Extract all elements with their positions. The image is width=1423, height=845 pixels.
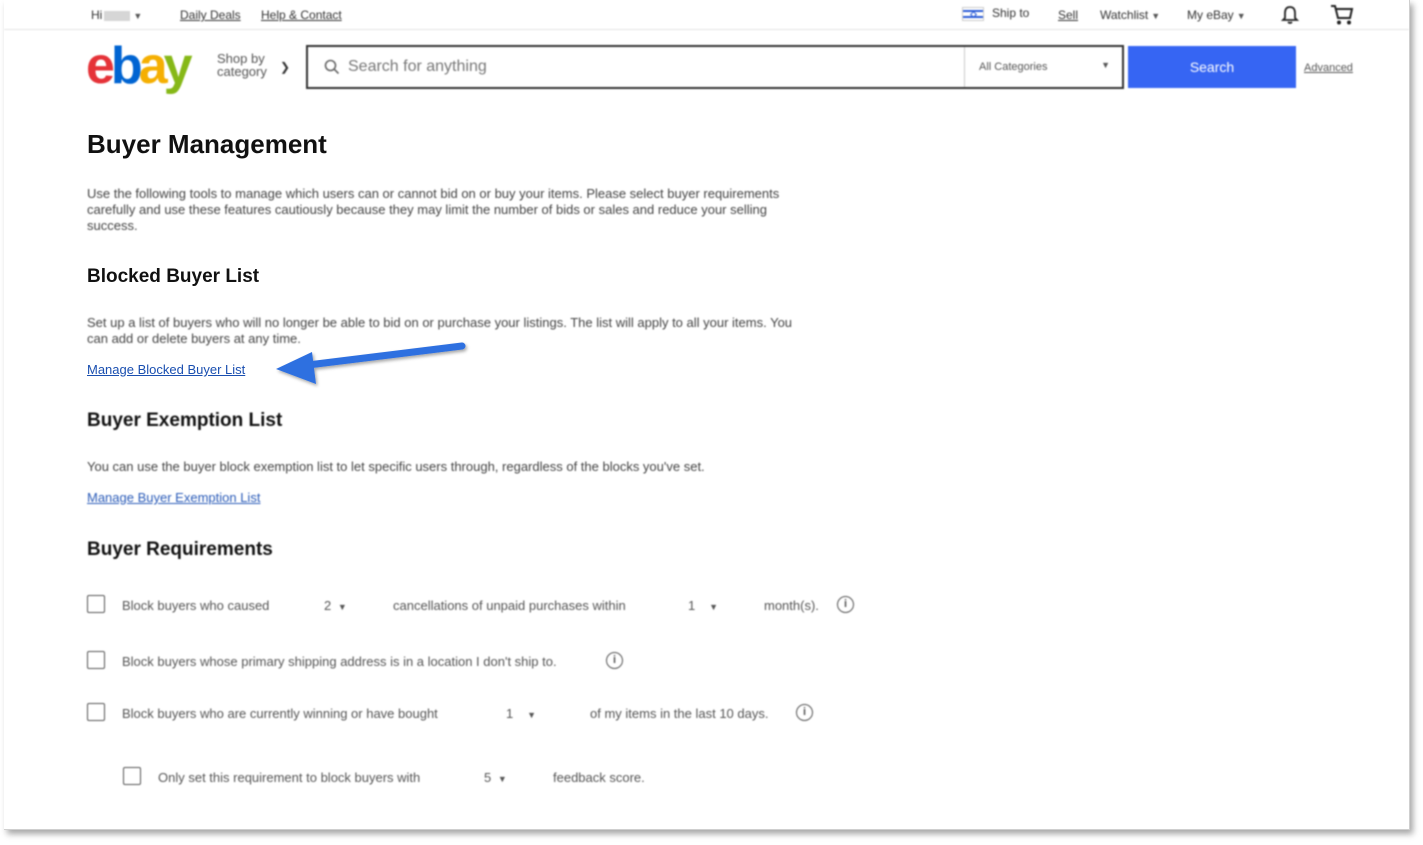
category-select-label: All Categories (979, 61, 1048, 73)
buyer-requirements-heading: Buyer Requirements (87, 539, 273, 560)
ebay-logo[interactable]: ebay (86, 37, 193, 95)
feedback-text-b: feedback score. (553, 770, 645, 785)
search-input[interactable] (348, 56, 948, 78)
unpaid-checkbox[interactable] (87, 595, 105, 613)
blocked-buyer-desc: Set up a list of buyers who will no long… (87, 315, 793, 346)
shipping-text: Block buyers whose primary shipping addr… (122, 654, 557, 669)
chevron-down-icon: ▼ (1101, 60, 1110, 70)
my-ebay-label: My eBay (1187, 8, 1234, 22)
info-icon[interactable]: i (796, 704, 813, 721)
username-mask (104, 10, 131, 21)
shipping-checkbox[interactable] (87, 651, 105, 669)
chevron-down-icon: ▼ (527, 710, 536, 720)
winning-checkbox[interactable] (87, 703, 105, 721)
winning-count-value: 1 (506, 706, 514, 721)
winning-count-select[interactable]: 1 ▼ (506, 706, 536, 721)
sell-link[interactable]: Sell (1058, 8, 1078, 22)
browser-frame: Hi ▼ Daily Deals Help & Contact Ship to S… (4, 0, 1410, 830)
top-nav: Hi ▼ Daily Deals Help & Contact Ship to S… (4, 0, 1409, 30)
logo-letter-e: e (86, 37, 115, 95)
logo-letter-b: b (110, 37, 143, 95)
buyer-exemption-desc: You can use the buyer block exemption li… (87, 459, 705, 474)
ship-to[interactable]: Ship to (962, 6, 1029, 21)
unpaid-months-value: 1 (688, 598, 696, 613)
unpaid-count-select[interactable]: 2 ▼ (324, 598, 347, 613)
advanced-search-link[interactable]: Advanced (1304, 62, 1353, 74)
unpaid-count-value: 2 (324, 598, 332, 613)
unpaid-text-c: month(s). (764, 598, 819, 613)
chevron-down-icon: ▼ (1151, 11, 1161, 21)
bell-icon[interactable] (1281, 5, 1299, 25)
manage-buyer-exemption-link[interactable]: Manage Buyer Exemption List (87, 490, 260, 505)
chevron-down-icon: ▼ (133, 11, 143, 21)
feedback-text-a: Only set this requirement to block buyer… (158, 770, 421, 785)
cart-icon[interactable] (1330, 4, 1354, 26)
chevron-down-icon[interactable]: ❯ (280, 60, 290, 74)
buyer-exemption-heading: Buyer Exemption List (87, 410, 283, 431)
chevron-down-icon: ▼ (337, 602, 347, 612)
logo-letter-y: y (163, 37, 193, 95)
shop-by-line2: category (217, 64, 267, 79)
manage-blocked-buyer-link[interactable]: Manage Blocked Buyer List (87, 362, 245, 377)
unpaid-months-select[interactable]: 1 ▼ (688, 598, 718, 613)
winning-text-a: Block buyers who are currently winning o… (122, 706, 438, 721)
watchlist-menu[interactable]: Watchlist ▼ (1100, 8, 1160, 22)
winning-text-b: of my items in the last 10 days. (590, 706, 769, 721)
daily-deals-link[interactable]: Daily Deals (180, 8, 241, 22)
ship-to-label: Ship to (992, 6, 1030, 20)
info-icon[interactable]: i (837, 596, 854, 613)
help-contact-link[interactable]: Help & Contact (261, 8, 342, 22)
search-bar: All Categories ▼ (306, 45, 1124, 89)
blocked-buyer-heading: Blocked Buyer List (87, 266, 260, 287)
page-title: Buyer Management (87, 129, 327, 159)
intro-text: Use the following tools to manage which … (87, 186, 780, 233)
shop-by-category[interactable]: Shop by category (217, 52, 267, 78)
feedback-score-value: 5 (484, 770, 492, 785)
chevron-down-icon: ▼ (709, 602, 718, 612)
category-select[interactable]: All Categories ▼ (964, 47, 1122, 87)
unpaid-text-b: cancellations of unpaid purchases within (393, 598, 626, 613)
info-icon[interactable]: i (606, 652, 623, 669)
search-icon (324, 59, 340, 75)
flag-icon (962, 6, 984, 21)
greeting-text: Hi (91, 8, 103, 22)
chevron-down-icon: ▼ (497, 774, 507, 784)
greeting[interactable]: Hi ▼ (91, 8, 142, 22)
unpaid-text-a: Block buyers who caused (122, 598, 270, 613)
my-ebay-menu[interactable]: My eBay ▼ (1187, 8, 1246, 22)
feedback-checkbox[interactable] (123, 767, 141, 785)
feedback-score-select[interactable]: 5 ▼ (484, 770, 507, 785)
logo-letter-a: a (138, 37, 168, 95)
search-button[interactable]: Search (1128, 46, 1296, 88)
chevron-down-icon: ▼ (1236, 11, 1246, 21)
watchlist-label: Watchlist (1100, 8, 1149, 22)
